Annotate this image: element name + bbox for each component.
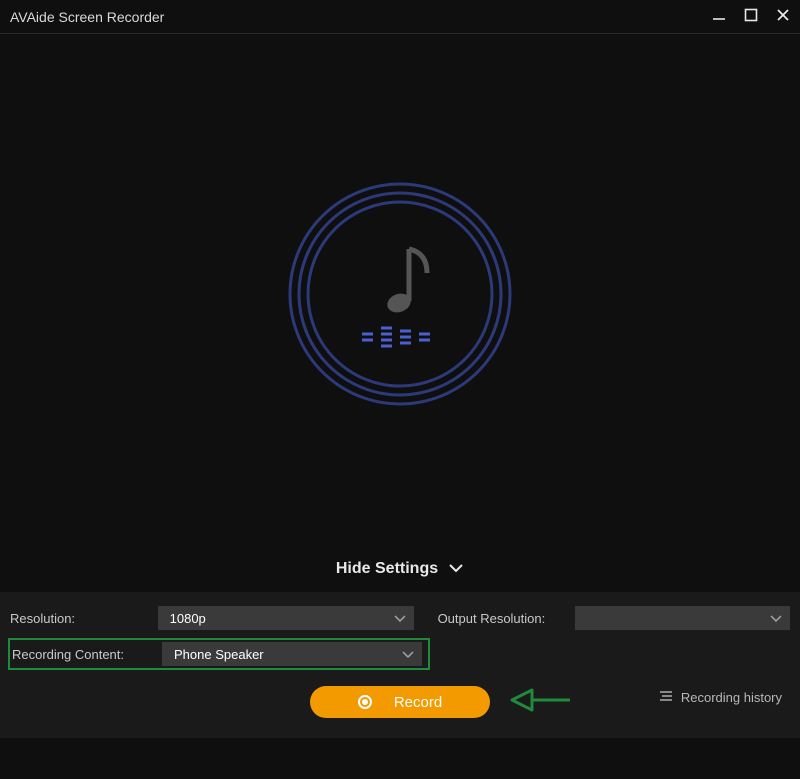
hide-settings-label: Hide Settings	[336, 560, 438, 578]
record-button[interactable]: Record	[310, 686, 490, 718]
resolution-value: 1080p	[170, 611, 206, 626]
recording-content-select[interactable]: Phone Speaker	[162, 642, 422, 666]
chevron-down-icon	[402, 647, 414, 662]
titlebar: AVAide Screen Recorder	[0, 0, 800, 34]
recording-content-value: Phone Speaker	[174, 647, 264, 662]
minimize-icon[interactable]	[712, 8, 726, 26]
bottom-row: Record Recording history	[10, 684, 790, 720]
settings-panel: Resolution: 1080p Output Resolution: Rec…	[0, 592, 800, 738]
recording-history-link[interactable]: Recording history	[659, 690, 782, 705]
annotation-arrow-icon	[508, 684, 572, 721]
row-resolution: Resolution: 1080p Output Resolution:	[10, 606, 790, 630]
recording-history-label: Recording history	[681, 690, 782, 705]
list-icon	[659, 690, 673, 705]
chevron-down-icon	[448, 560, 464, 578]
close-icon[interactable]	[776, 8, 790, 26]
maximize-icon[interactable]	[744, 8, 758, 26]
preview-area	[0, 34, 800, 554]
record-icon	[358, 695, 372, 709]
resolution-label: Resolution:	[10, 611, 148, 626]
output-resolution-label: Output Resolution:	[438, 611, 566, 626]
equalizer-icon	[362, 328, 430, 346]
output-resolution-select[interactable]	[575, 606, 790, 630]
row-recording-content: Recording Content: Phone Speaker	[10, 640, 428, 668]
window-controls	[712, 8, 790, 26]
hide-settings-toggle[interactable]: Hide Settings	[0, 554, 800, 592]
ring-icon	[285, 179, 515, 409]
record-label: Record	[394, 694, 442, 711]
chevron-down-icon	[394, 611, 406, 626]
music-note-icon	[385, 249, 427, 316]
audio-visualizer	[285, 179, 515, 409]
recording-content-label: Recording Content:	[12, 647, 152, 662]
resolution-select[interactable]: 1080p	[158, 606, 414, 630]
app-title: AVAide Screen Recorder	[10, 9, 164, 25]
chevron-down-icon	[770, 611, 782, 626]
